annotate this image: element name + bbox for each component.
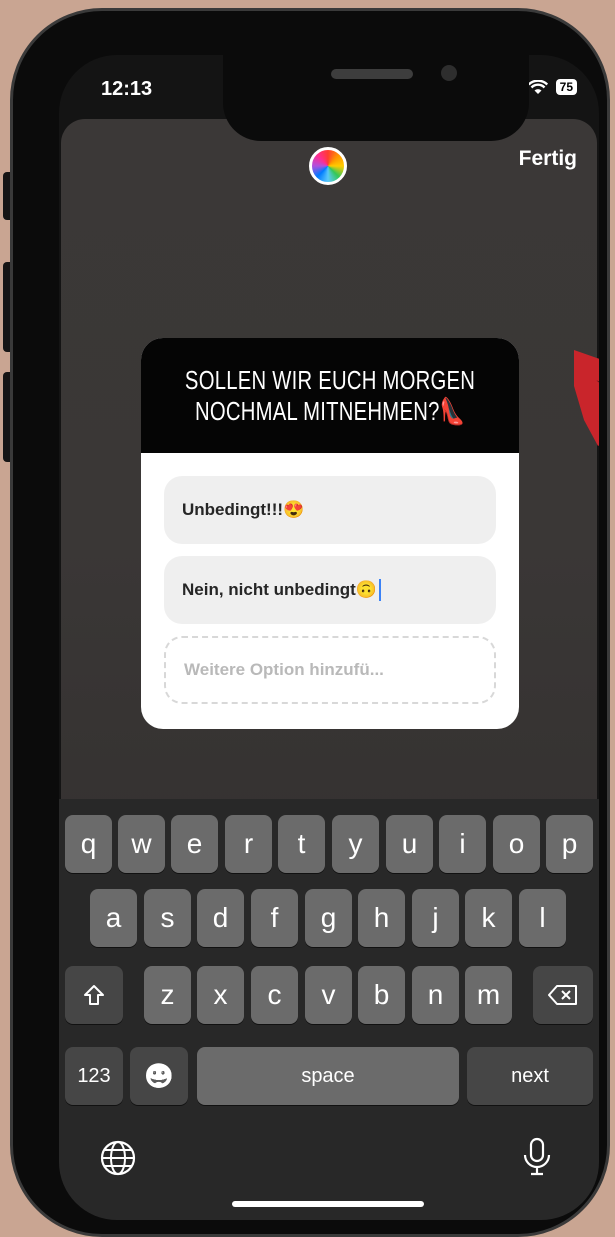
numbers-key[interactable]: 123 xyxy=(65,1047,123,1105)
key-g[interactable]: g xyxy=(305,889,352,947)
key-z[interactable]: z xyxy=(144,966,191,1024)
key-t[interactable]: t xyxy=(278,815,325,873)
front-camera xyxy=(441,65,457,81)
key-b[interactable]: b xyxy=(358,966,405,1024)
key-c[interactable]: c xyxy=(251,966,298,1024)
poll-question[interactable]: SOLLEN WIR EUCH MORGEN NOCHMAL MITNEHMEN… xyxy=(141,338,519,453)
key-l[interactable]: l xyxy=(519,889,566,947)
emoji-key[interactable]: 😀 xyxy=(130,1047,188,1105)
key-x[interactable]: x xyxy=(197,966,244,1024)
question-line-2: NOCHMAL MITNEHMEN?👠 xyxy=(194,395,466,426)
next-key[interactable]: next xyxy=(467,1047,593,1105)
poll-option-1[interactable]: Unbedingt!!!😍 xyxy=(164,476,496,544)
key-k[interactable]: k xyxy=(465,889,512,947)
notch xyxy=(223,55,529,141)
key-m[interactable]: m xyxy=(465,966,512,1024)
status-time: 12:13 xyxy=(101,78,153,100)
poll-sticker[interactable]: SOLLEN WIR EUCH MORGEN NOCHMAL MITNEHMEN… xyxy=(141,338,519,729)
red-arrow-icon xyxy=(574,350,599,465)
key-w[interactable]: w xyxy=(118,815,165,873)
add-option-placeholder: Weitere Option hinzufü... xyxy=(184,660,384,679)
key-v[interactable]: v xyxy=(305,966,352,1024)
keyboard-row-1: q w e r t y u i o p xyxy=(59,815,599,873)
key-h[interactable]: h xyxy=(358,889,405,947)
key-r[interactable]: r xyxy=(225,815,272,873)
speaker xyxy=(331,69,413,79)
backspace-key[interactable] xyxy=(533,966,593,1024)
poll-option-text: Unbedingt!!!😍 xyxy=(182,500,305,519)
key-i[interactable]: i xyxy=(439,815,486,873)
space-key[interactable]: space xyxy=(197,1047,459,1105)
key-f[interactable]: f xyxy=(251,889,298,947)
key-a[interactable]: a xyxy=(90,889,137,947)
key-p[interactable]: p xyxy=(546,815,593,873)
poll-option-2[interactable]: Nein, nicht unbedingt🙃 xyxy=(164,556,496,624)
done-button[interactable]: Fertig xyxy=(519,147,577,171)
color-picker-icon[interactable] xyxy=(309,147,347,185)
keyboard: q w e r t y u i o p a s d f g h j k l z … xyxy=(59,799,599,1220)
key-s[interactable]: s xyxy=(144,889,191,947)
key-e[interactable]: e xyxy=(171,815,218,873)
key-q[interactable]: q xyxy=(65,815,112,873)
wifi-icon xyxy=(527,79,548,94)
key-j[interactable]: j xyxy=(412,889,459,947)
home-indicator[interactable] xyxy=(232,1201,424,1207)
emoji-icon: 😀 xyxy=(144,1062,174,1090)
key-y[interactable]: y xyxy=(332,815,379,873)
key-u[interactable]: u xyxy=(386,815,433,873)
phone-frame: 12:13 75 Fertig SOLLEN WIR EUCH MORGEN N… xyxy=(10,8,610,1237)
key-d[interactable]: d xyxy=(197,889,244,947)
keyboard-row-3: z x c v b n m xyxy=(59,966,599,1024)
question-line-1: SOLLEN WIR EUCH MORGEN xyxy=(184,364,476,395)
globe-icon[interactable] xyxy=(99,1139,137,1182)
text-cursor xyxy=(378,579,381,601)
backspace-icon xyxy=(548,985,577,1005)
poll-option-text: Nein, nicht unbedingt🙃 xyxy=(182,580,377,599)
story-editor: Fertig SOLLEN WIR EUCH MORGEN NOCHMAL MI… xyxy=(61,119,597,889)
microphone-icon[interactable] xyxy=(522,1137,552,1182)
keyboard-row-4: 123 😀 space next xyxy=(59,1047,599,1105)
phone-screen: 12:13 75 Fertig SOLLEN WIR EUCH MORGEN N… xyxy=(59,55,599,1220)
add-option-field[interactable]: Weitere Option hinzufü... xyxy=(164,636,496,704)
key-o[interactable]: o xyxy=(493,815,540,873)
key-n[interactable]: n xyxy=(412,966,459,1024)
shift-key[interactable] xyxy=(65,966,123,1024)
shift-icon xyxy=(84,985,104,1005)
keyboard-row-2: a s d f g h j k l xyxy=(59,889,599,947)
battery-icon: 75 xyxy=(555,79,577,95)
